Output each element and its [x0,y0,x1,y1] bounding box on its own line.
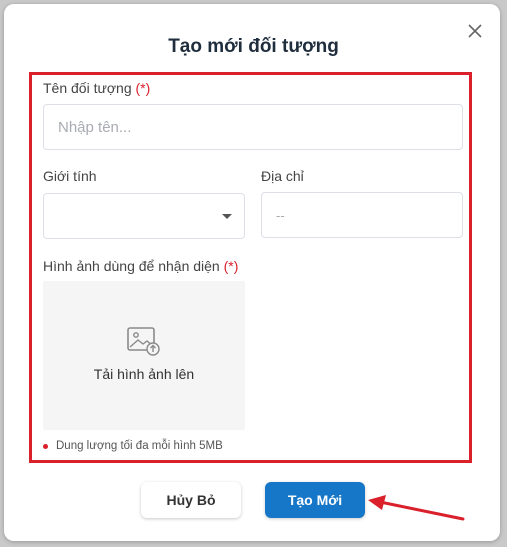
image-upload-area[interactable]: Tải hình ảnh lên [43,281,245,430]
name-label-text: Tên đối tượng [43,80,132,96]
required-mark: (*) [223,258,239,274]
create-button[interactable]: Tạo Mới [265,482,365,518]
annotation-arrow-icon [368,495,465,521]
bullet-dot [43,443,48,449]
size-note: Dung lượng tối đa mỗi hình 5MB [43,440,223,452]
required-mark: (*) [135,80,151,96]
image-label: Hình ảnh dùng để nhận diện (*) [43,258,238,274]
address-input[interactable]: -- [261,192,463,238]
name-placeholder: Nhập tên... [58,118,132,136]
cancel-button[interactable]: Hủy Bỏ [141,482,241,518]
chevron-down-icon [222,214,232,219]
address-label: Địa chỉ [261,168,304,184]
modal-title: Tạo mới đối tượng [168,36,339,57]
gender-select[interactable] [43,193,245,239]
name-input[interactable]: Nhập tên... [43,104,463,150]
image-upload-icon [127,327,160,356]
address-placeholder: -- [276,207,285,223]
size-note-text: Dung lượng tối đa mỗi hình 5MB [56,440,223,452]
upload-text: Tải hình ảnh lên [93,366,195,382]
image-label-text: Hình ảnh dùng để nhận diện [43,258,220,274]
name-label: Tên đối tượng (*) [43,80,150,96]
gender-label: Giới tính [43,168,97,184]
